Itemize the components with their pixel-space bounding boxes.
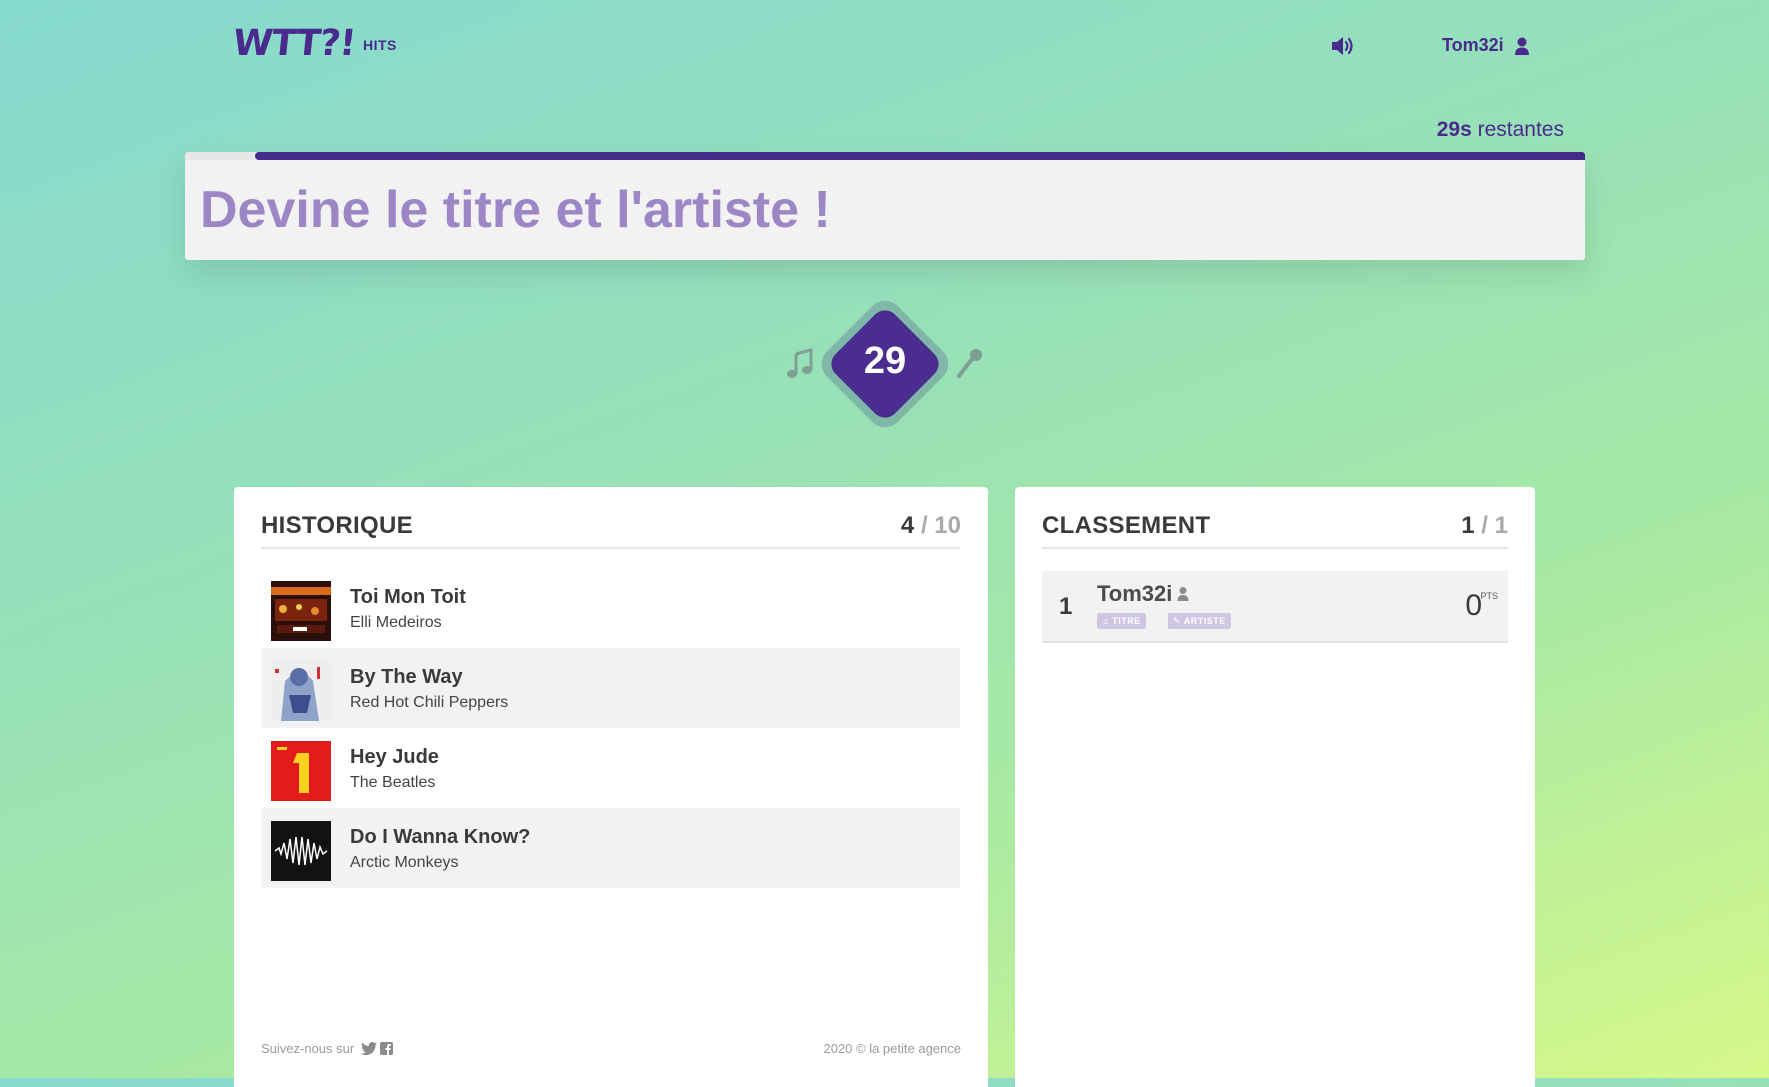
song-artist: Elli Medeiros	[350, 614, 442, 631]
history-count-separator: /	[920, 512, 928, 539]
ranking-count-separator: /	[1481, 512, 1488, 539]
album-cover	[271, 661, 331, 721]
ranking-panel: CLASSEMENT 1 / 1 1 Tom32i ♫ TITRE ✎ ARTI…	[1015, 487, 1535, 1087]
ranking-count-total: 1	[1494, 512, 1508, 539]
ranking-count-current: 1	[1461, 512, 1475, 539]
question-card: Devine le titre et l'artiste !	[185, 152, 1585, 260]
history-divider	[261, 547, 960, 549]
microphone-icon: ✎	[1173, 616, 1182, 626]
song-title: By The Way	[350, 666, 463, 688]
history-title: HISTORIQUE	[261, 512, 413, 539]
app-logo[interactable]: WTT?!	[231, 23, 357, 64]
title-badge-label: TITRE	[1112, 616, 1141, 626]
ranking-row[interactable]: 1 Tom32i ♫ TITRE ✎ ARTISTE 0 PTS	[1042, 571, 1508, 643]
facebook-icon[interactable]	[380, 1042, 394, 1055]
history-item[interactable]: By The Way Red Hot Chili Peppers	[261, 648, 960, 728]
microphone-icon	[955, 346, 985, 380]
song-title: Hey Jude	[350, 746, 439, 768]
ranking-count: 1 / 1	[1461, 512, 1508, 540]
sound-toggle-button[interactable]	[1330, 34, 1356, 58]
album-cover	[271, 821, 331, 881]
artist-badge-label: ARTISTE	[1183, 616, 1226, 626]
song-title: Do I Wanna Know?	[350, 826, 531, 848]
counter-value: 29	[863, 340, 907, 382]
user-icon[interactable]	[1514, 36, 1530, 56]
time-remaining: 29s restantes	[1437, 118, 1564, 142]
time-remaining-word: restantes	[1477, 118, 1564, 141]
app-mode-label: HITS	[363, 37, 397, 53]
twitter-icon[interactable]	[360, 1042, 377, 1055]
song-artist: Red Hot Chili Peppers	[350, 694, 509, 711]
question-text: Devine le titre et l'artiste !	[200, 181, 831, 239]
music-note-icon	[786, 348, 814, 380]
history-panel: HISTORIQUE 4 / 10 Toi Mon Toit Elli Mede…	[234, 487, 988, 1087]
player-name: Tom32i	[1097, 581, 1173, 606]
history-item[interactable]: Toi Mon Toit Elli Medeiros	[261, 568, 960, 648]
current-user-name[interactable]: Tom32i	[1442, 35, 1504, 56]
player-position: 1	[1059, 593, 1073, 620]
footer-follow-text: Suivez-nous sur	[261, 1041, 355, 1056]
history-count-current: 4	[900, 512, 915, 539]
artist-found-badge: ✎ ARTISTE	[1168, 613, 1231, 629]
footer-copyright[interactable]: 2020 © la petite agence	[823, 1041, 961, 1056]
album-cover	[271, 741, 331, 801]
history-item[interactable]: Do I Wanna Know? Arctic Monkeys	[261, 808, 960, 888]
ranking-divider	[1042, 547, 1508, 549]
music-note-icon: ♫	[1102, 616, 1110, 626]
history-count: 4 / 10	[901, 512, 961, 540]
history-item[interactable]: Hey Jude The Beatles	[261, 728, 960, 808]
song-artist: Arctic Monkeys	[350, 854, 459, 871]
time-remaining-seconds: 29s	[1436, 118, 1472, 141]
player-points: 0	[1465, 589, 1482, 622]
points-unit: PTS	[1480, 591, 1498, 601]
user-icon	[1177, 586, 1189, 602]
song-artist: The Beatles	[350, 774, 436, 791]
album-cover	[271, 581, 331, 641]
progress-bar	[255, 152, 1585, 160]
history-count-total: 10	[934, 512, 961, 539]
title-found-badge: ♫ TITRE	[1097, 613, 1146, 629]
footer-follow: Suivez-nous sur	[261, 1041, 394, 1056]
song-title: Toi Mon Toit	[350, 586, 466, 608]
ranking-title: CLASSEMENT	[1042, 512, 1211, 539]
speaker-icon	[1332, 37, 1353, 55]
